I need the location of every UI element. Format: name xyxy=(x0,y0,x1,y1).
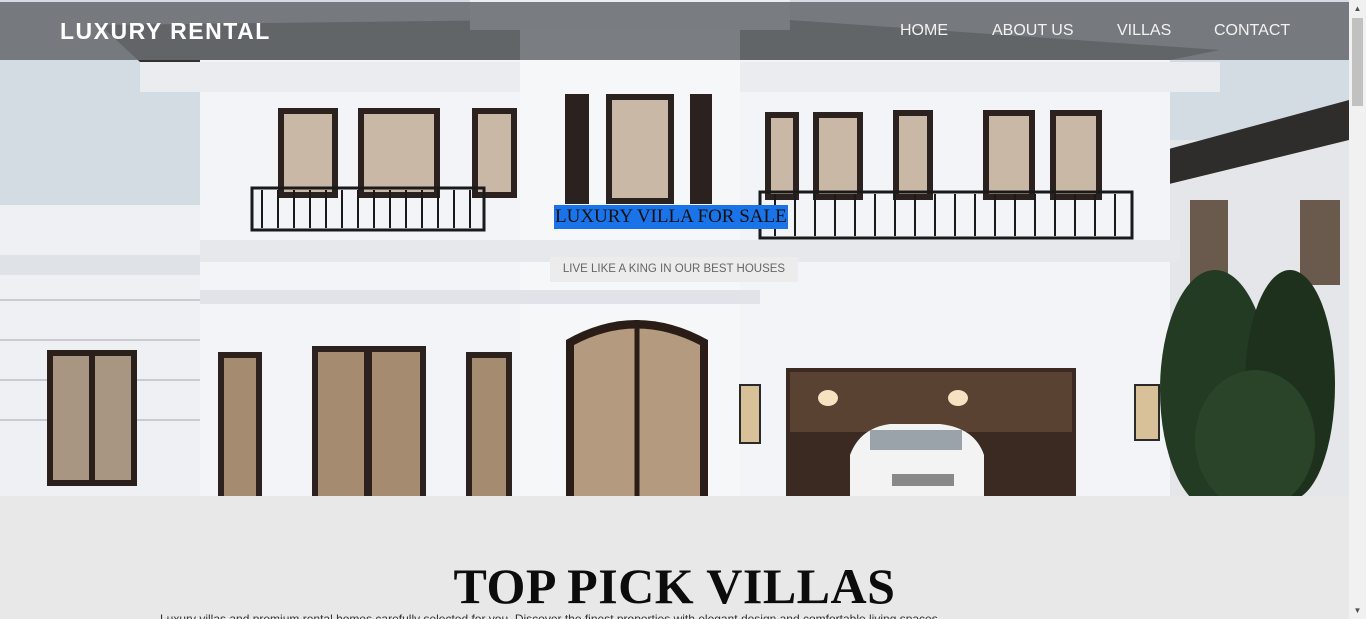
scroll-down-arrow-icon[interactable]: ▼ xyxy=(1349,602,1366,619)
section-title: TOP PICK VILLAS xyxy=(453,558,896,614)
hero-title: LUXURY VILLA FOR SALE xyxy=(554,205,788,229)
top-navbar: LUXURY RENTAL HOME ABOUT US VILLAS CONTA… xyxy=(0,2,1349,60)
nav-villas-link[interactable]: VILLAS xyxy=(1117,22,1171,40)
page-scrollbar[interactable]: ▲ ▼ xyxy=(1349,0,1366,619)
section-description: Luxury villas and premium rental homes c… xyxy=(160,612,942,619)
villa-photo xyxy=(0,0,1349,496)
nav-home-link[interactable]: HOME xyxy=(900,22,948,40)
hero-banner xyxy=(0,0,1349,496)
brand-logo[interactable]: LUXURY RENTAL xyxy=(60,18,271,45)
scroll-up-arrow-icon[interactable]: ▲ xyxy=(1349,0,1366,17)
nav-about-link[interactable]: ABOUT US xyxy=(992,22,1074,40)
nav-contact-link[interactable]: CONTACT xyxy=(1214,22,1290,40)
hero-subtitle: LIVE LIKE A KING IN OUR BEST HOUSES xyxy=(550,257,798,282)
scrollbar-thumb[interactable] xyxy=(1352,18,1363,106)
